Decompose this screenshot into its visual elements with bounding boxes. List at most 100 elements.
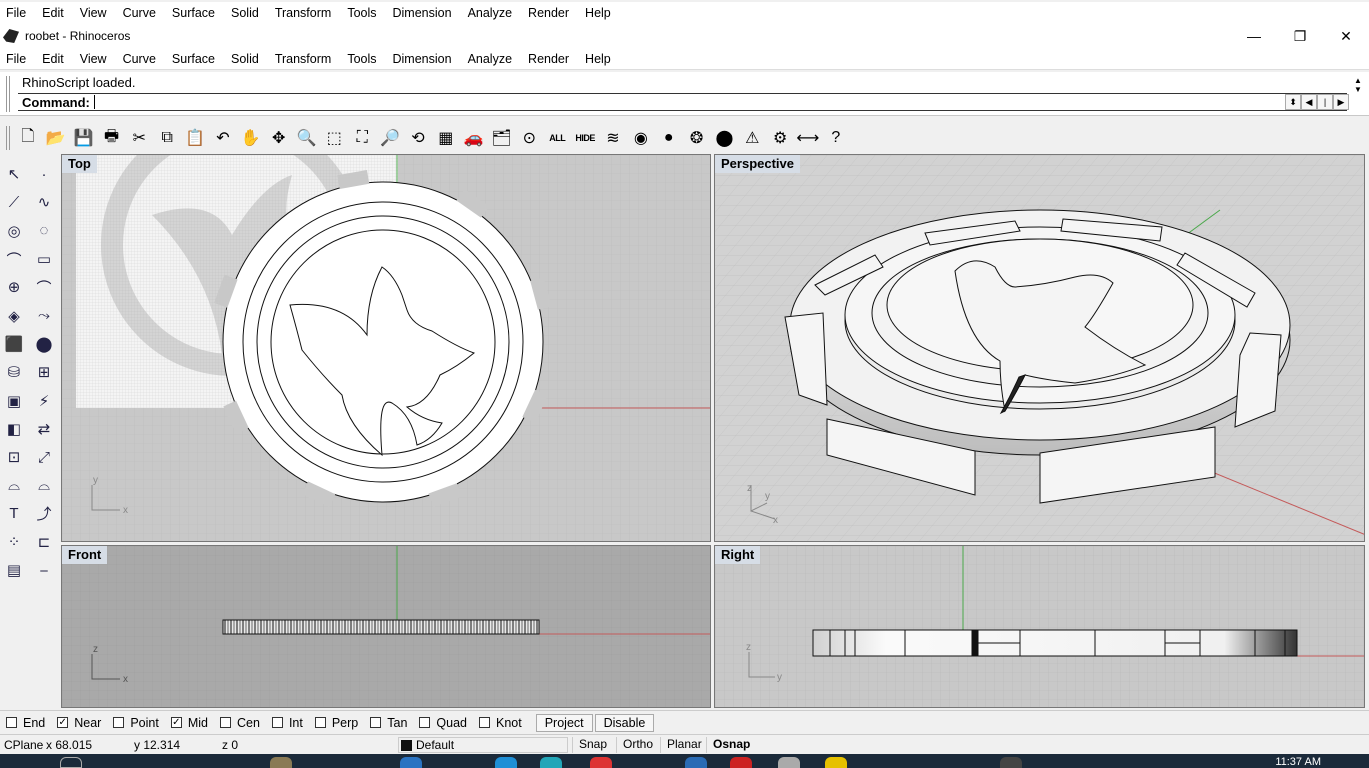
point-object-icon[interactable]: ⊙ (515, 124, 543, 152)
viewport-top-label[interactable]: Top (62, 155, 97, 173)
menu-curve[interactable]: Curve (115, 52, 164, 66)
surface-corner-icon[interactable]: ◈ (0, 301, 28, 329)
scroll-down-icon[interactable]: ▼ (1351, 85, 1365, 94)
polyline-icon[interactable]: ⟋ (0, 188, 28, 216)
layer-selector[interactable]: Default (398, 737, 568, 753)
menu-surface[interactable]: Surface (164, 52, 223, 66)
paint-icon[interactable]: ⚡ (30, 386, 58, 414)
print-icon[interactable]: 🖶 (98, 124, 126, 152)
outer-menu-tools[interactable]: Tools (339, 6, 384, 20)
array-icon[interactable]: ⁘ (0, 528, 28, 556)
scroll-up-icon[interactable]: ▲ (1351, 76, 1365, 85)
outer-menu-dimension[interactable]: Dimension (385, 6, 460, 20)
zoom-dynamic-icon[interactable]: 🔍 (293, 124, 321, 152)
outer-menu-file[interactable]: File (0, 6, 34, 20)
menu-solid[interactable]: Solid (223, 52, 267, 66)
four-viewports-icon[interactable]: ▦ (432, 124, 460, 152)
circle-icon[interactable]: ◎ (0, 217, 28, 245)
car-icon[interactable]: 🚗 (460, 124, 488, 152)
app-icon-5[interactable] (778, 757, 800, 768)
app-icon-6[interactable] (825, 757, 847, 768)
color-wheel-icon[interactable]: ◉ (627, 124, 655, 152)
show-all-icon[interactable]: ALL (543, 124, 571, 152)
osnap-knot-checkbox[interactable] (479, 717, 490, 728)
sweep-icon[interactable]: ⤳ (30, 301, 58, 329)
osnap-perp[interactable]: Perp (314, 716, 358, 730)
outer-menu-surface[interactable]: Surface (164, 6, 223, 20)
osnap-end[interactable]: End (6, 716, 45, 730)
viewport-perspective[interactable]: Perspective z y x (714, 154, 1365, 542)
osnap-tan[interactable]: Tan (370, 716, 407, 730)
move-icon[interactable]: ⇄ (30, 415, 58, 443)
ellipse-icon[interactable]: ⊕ (0, 273, 28, 301)
render-preview-icon[interactable]: ❂ (683, 124, 711, 152)
box-icon[interactable]: ⬛ (0, 330, 28, 358)
menu-transform[interactable]: Transform (267, 52, 340, 66)
sphere-icon[interactable]: ⬤ (30, 330, 58, 358)
snap-toggle[interactable]: Snap (572, 737, 613, 753)
select-arrow-icon[interactable]: ↖ (0, 160, 28, 188)
grid-block-icon[interactable]: ▤ (0, 556, 28, 584)
curve-fillet-icon[interactable]: ⌒ (30, 273, 58, 301)
dimension-icon[interactable]: ⟷ (794, 124, 822, 152)
zoom-extents-icon[interactable]: ⛶ (348, 124, 376, 152)
undo-icon[interactable]: ↶ (209, 124, 237, 152)
new-icon[interactable]: 🗋 (14, 124, 42, 152)
outer-menu-view[interactable]: View (72, 6, 115, 20)
osnap-knot[interactable]: Knot (479, 716, 522, 730)
osnap-cen[interactable]: Cen (220, 716, 260, 730)
minimize-icon[interactable]: — (1231, 24, 1277, 48)
viewport-front[interactable]: Front z x (61, 545, 711, 708)
rotate-view-icon[interactable]: ✥ (265, 124, 293, 152)
open-icon[interactable]: 📂 (42, 124, 70, 152)
osnap-point[interactable]: Point (113, 716, 159, 730)
osnap-toggle[interactable]: Osnap (706, 737, 756, 753)
menu-dimension[interactable]: Dimension (385, 52, 460, 66)
zoom-selected-icon[interactable]: 🔎 (376, 124, 404, 152)
copy-icon[interactable]: ⧉ (153, 124, 181, 152)
model-right[interactable] (812, 629, 1298, 657)
search-icon[interactable] (60, 757, 82, 768)
menu-help[interactable]: Help (577, 52, 619, 66)
project-button[interactable]: Project (535, 713, 593, 732)
environment-sphere-icon[interactable]: ⬤ (710, 124, 738, 152)
hide-icon[interactable]: HIDE (571, 124, 599, 152)
viewport-perspective-label[interactable]: Perspective (715, 155, 800, 173)
rhino-task-icon[interactable] (1000, 757, 1022, 768)
light-icon[interactable]: ⚠ (738, 124, 766, 152)
transform-box-icon[interactable]: ⊡ (0, 443, 28, 471)
save-icon[interactable]: 💾 (70, 124, 98, 152)
text-icon[interactable]: T (0, 500, 28, 528)
osnap-mid-checkbox[interactable]: ✓ (170, 717, 182, 728)
arc-center-icon[interactable]: ◌ (30, 217, 58, 245)
rectangle-icon[interactable]: ▭ (30, 245, 58, 273)
pan-icon[interactable]: ✋ (237, 124, 265, 152)
dimension-line-icon[interactable]: ⎯ (30, 556, 58, 584)
freeform-curve-icon[interactable]: ∿ (30, 188, 58, 216)
app-icon-3[interactable] (685, 757, 707, 768)
curve-icon[interactable]: ⌒ (0, 245, 28, 273)
render-sphere-icon[interactable]: ● (655, 124, 683, 152)
prev-icon[interactable]: ◀ (1301, 94, 1317, 110)
osnap-near-checkbox[interactable]: ✓ (57, 717, 69, 728)
paste-icon[interactable]: 📋 (181, 124, 209, 152)
viewport-top[interactable]: Top y x (61, 154, 711, 542)
menu-edit[interactable]: Edit (34, 52, 72, 66)
osnap-quad-checkbox[interactable] (419, 717, 431, 728)
store-icon[interactable] (495, 757, 517, 768)
outer-menu-solid[interactable]: Solid (223, 6, 267, 20)
edge-icon[interactable] (400, 757, 422, 768)
cortana-icon[interactable] (270, 757, 292, 768)
split-icon[interactable]: ⌓ (30, 471, 58, 499)
ortho-toggle[interactable]: Ortho (616, 737, 659, 753)
osnap-point-checkbox[interactable] (113, 717, 125, 728)
cylinder-icon[interactable]: ⛁ (0, 358, 28, 386)
viewport-front-label[interactable]: Front (62, 546, 108, 564)
app-icon-4[interactable] (730, 757, 752, 768)
outer-menu-render[interactable]: Render (520, 6, 577, 20)
rotate-icon[interactable]: ⤴ (30, 500, 58, 528)
outer-menu-analyze[interactable]: Analyze (460, 6, 520, 20)
arc-icon[interactable]: ⌓ (0, 471, 28, 499)
extrude-icon[interactable]: ⊞ (30, 358, 58, 386)
command-grip[interactable] (6, 76, 10, 112)
